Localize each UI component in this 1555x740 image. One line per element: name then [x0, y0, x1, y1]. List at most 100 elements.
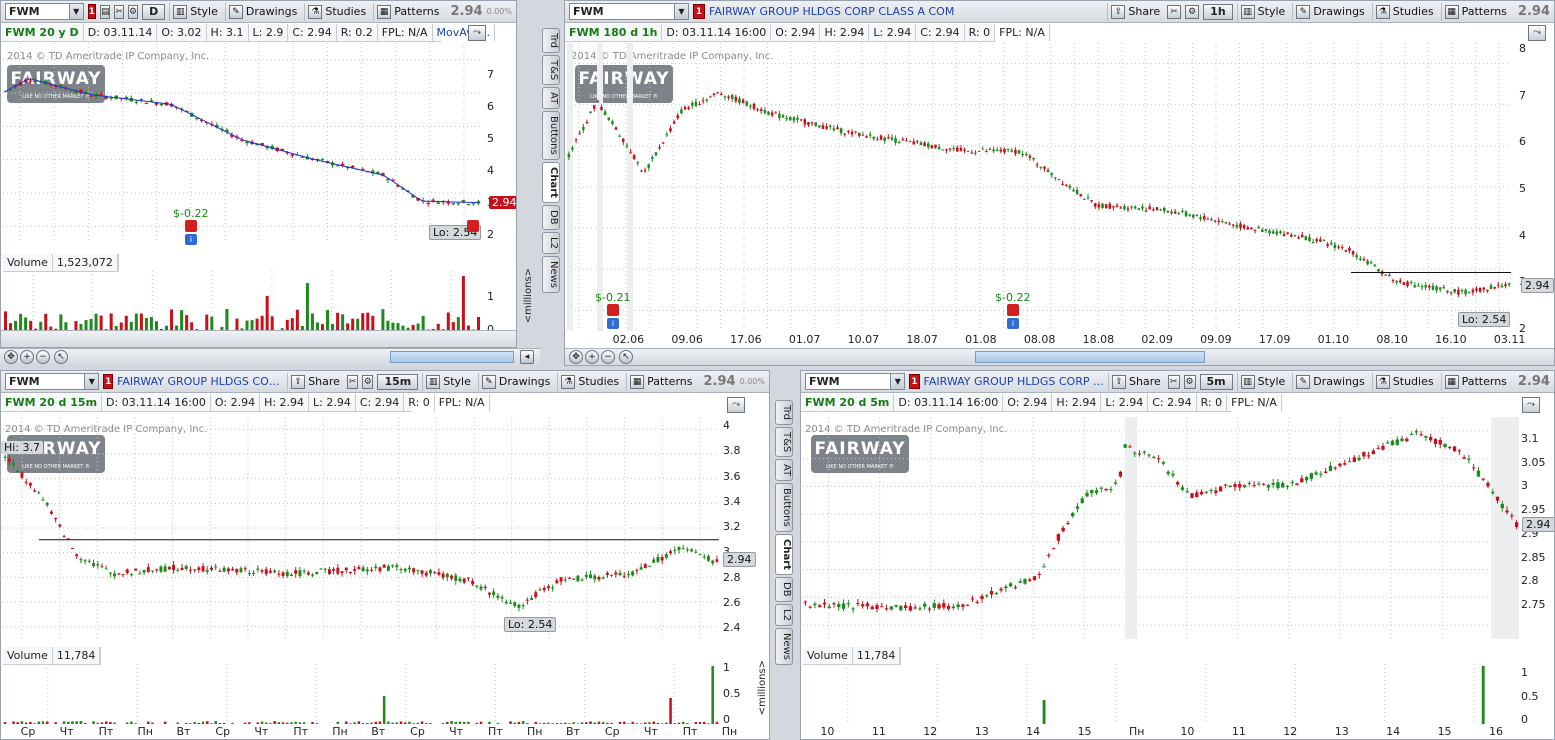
side-tab-chart[interactable]: Chart	[542, 162, 560, 204]
chevron-down-icon[interactable]: ▼	[890, 374, 905, 389]
volume-chart[interactable]	[3, 664, 719, 724]
earnings-icon[interactable]	[467, 220, 479, 232]
candle-body	[669, 551, 673, 554]
tools-icon[interactable]: ✂	[114, 4, 125, 19]
volume-chart[interactable]	[803, 664, 1519, 724]
studies-button[interactable]: ⚗ Studies	[557, 372, 622, 391]
studies-button[interactable]: ⚗ Studies	[1371, 372, 1437, 391]
wrench-icon[interactable]: ⚙	[1183, 374, 1196, 389]
drawings-button[interactable]: ✎ Drawings	[477, 372, 553, 391]
drawings-button[interactable]: ✎ Drawings	[1292, 372, 1367, 391]
symbol-selector[interactable]: FWM ▼	[805, 373, 906, 390]
link-group-icon[interactable]: 1	[103, 374, 114, 389]
style-button[interactable]: ▥ Style	[169, 2, 221, 21]
aggregation-button[interactable]: 15m	[377, 373, 419, 390]
chart-settings-icon[interactable]: ⤳	[1528, 25, 1546, 41]
side-tab-l2[interactable]: L2	[775, 603, 793, 626]
studies-button[interactable]: ⚗ Studies	[304, 2, 369, 21]
share-button[interactable]: ⇪ Share	[1108, 372, 1164, 391]
side-tab-ts[interactable]: T&S	[775, 426, 793, 458]
side-tab-chart[interactable]: Chart	[775, 534, 793, 576]
chevron-down-icon[interactable]: ▼	[674, 4, 688, 19]
chart-settings-icon[interactable]: ⤳	[727, 397, 745, 413]
side-tab-buttons[interactable]: Buttons	[775, 483, 793, 533]
earnings-icon[interactable]	[185, 220, 197, 232]
side-tab-at[interactable]: AT	[775, 459, 793, 482]
style-button[interactable]: ▥ Style	[1236, 2, 1289, 21]
side-tab-ts[interactable]: T&S	[542, 54, 560, 86]
cursor-icon[interactable]: ↖	[619, 350, 633, 364]
side-tab-l2[interactable]: L2	[542, 231, 560, 254]
price-chart[interactable]	[803, 417, 1519, 639]
side-tab-trd[interactable]: Trd	[775, 400, 793, 425]
folder-icon[interactable]: ▤	[99, 4, 111, 19]
symbol-selector[interactable]: FWM ▼	[569, 3, 689, 20]
zoom-in-icon[interactable]: +	[20, 350, 34, 364]
drawings-button[interactable]: ✎ Drawings	[224, 2, 300, 21]
collapse-icon[interactable]: ◂	[520, 350, 534, 364]
patterns-button[interactable]: ▦ Patterns	[373, 2, 442, 21]
aggregation-button[interactable]: D	[142, 3, 166, 20]
tools-icon[interactable]: ✂	[1167, 4, 1182, 19]
side-tab-db[interactable]: DB	[775, 577, 793, 602]
zoom-out-icon[interactable]: −	[36, 350, 50, 364]
price-chart[interactable]	[3, 43, 481, 243]
volume-chart[interactable]	[3, 271, 481, 331]
tools-icon[interactable]: ✂	[346, 374, 359, 389]
style-button[interactable]: ▥ Style	[1236, 372, 1289, 391]
info-icon[interactable]: i	[607, 318, 619, 329]
tools-icon[interactable]: ✂	[1167, 374, 1180, 389]
side-tab-news[interactable]: News	[542, 255, 560, 293]
candle-body	[1311, 241, 1315, 243]
aggregation-button[interactable]: 5m	[1199, 373, 1233, 390]
patterns-button[interactable]: ▦ Patterns	[1440, 2, 1510, 21]
patterns-button[interactable]: ▦ Patterns	[626, 372, 695, 391]
link-group-icon[interactable]: 1	[693, 4, 705, 19]
zoom-out-icon[interactable]: −	[601, 350, 615, 364]
side-tab-trd[interactable]: Trd	[542, 28, 560, 53]
info-open: O: 2.94	[211, 394, 261, 411]
earnings-icon[interactable]	[607, 304, 619, 316]
price-chart[interactable]	[3, 417, 719, 639]
chart-settings-icon[interactable]: ⤳	[468, 25, 486, 41]
candle-body	[235, 568, 239, 573]
style-icon: ▥	[1240, 374, 1255, 389]
wrench-icon[interactable]: ⚙	[362, 374, 374, 389]
side-tab-buttons[interactable]: Buttons	[542, 111, 560, 161]
side-tab-db[interactable]: DB	[542, 205, 560, 230]
link-group-icon[interactable]: 1	[87, 4, 96, 19]
side-tab-at[interactable]: AT	[542, 87, 560, 110]
wrench-icon[interactable]: ⚙	[128, 4, 139, 19]
zoom-in-icon[interactable]: +	[585, 350, 599, 364]
chart-settings-icon[interactable]: ⤳	[1522, 397, 1540, 413]
style-button[interactable]: ▥ Style	[422, 372, 474, 391]
drawings-button[interactable]: ✎ Drawings	[1292, 2, 1367, 21]
scrollbar-thumb[interactable]	[975, 351, 1205, 363]
chevron-down-icon[interactable]: ▼	[68, 4, 83, 19]
pan-icon[interactable]: ✥	[569, 350, 583, 364]
studies-button[interactable]: ⚗ Studies	[1371, 2, 1437, 21]
earnings-icon[interactable]	[1007, 304, 1019, 316]
patterns-button[interactable]: ▦ Patterns	[1440, 372, 1510, 391]
link-group-icon[interactable]: 1	[909, 374, 920, 389]
wrench-icon[interactable]: ⚙	[1185, 4, 1200, 19]
info-icon[interactable]: i	[1007, 318, 1019, 329]
share-button[interactable]: ⇪ Share	[1107, 2, 1163, 21]
info-icon[interactable]: i	[185, 234, 197, 245]
candle-body	[268, 570, 272, 573]
volume-bar	[92, 721, 95, 724]
cursor-icon[interactable]: ↖	[54, 350, 68, 364]
symbol-selector[interactable]: FWM ▼	[5, 3, 84, 20]
chart-toolbar: FWM ▼ 1 FAIRWAY GROUP HLDGS CORP CLASS A …	[565, 1, 1554, 23]
pan-icon[interactable]: ✥	[4, 350, 18, 364]
last-price: 2.94	[1517, 374, 1550, 389]
aggregation-button[interactable]: 1h	[1203, 3, 1233, 20]
chevron-down-icon[interactable]: ▼	[84, 374, 99, 389]
share-button[interactable]: ⇪ Share	[287, 372, 343, 391]
candle-body	[1319, 473, 1323, 475]
symbol-selector[interactable]: FWM ▼	[5, 373, 100, 390]
candle-body	[426, 202, 430, 204]
scrollbar-thumb[interactable]	[390, 351, 514, 363]
price-chart[interactable]	[567, 43, 1511, 331]
side-tab-news[interactable]: News	[775, 627, 793, 665]
